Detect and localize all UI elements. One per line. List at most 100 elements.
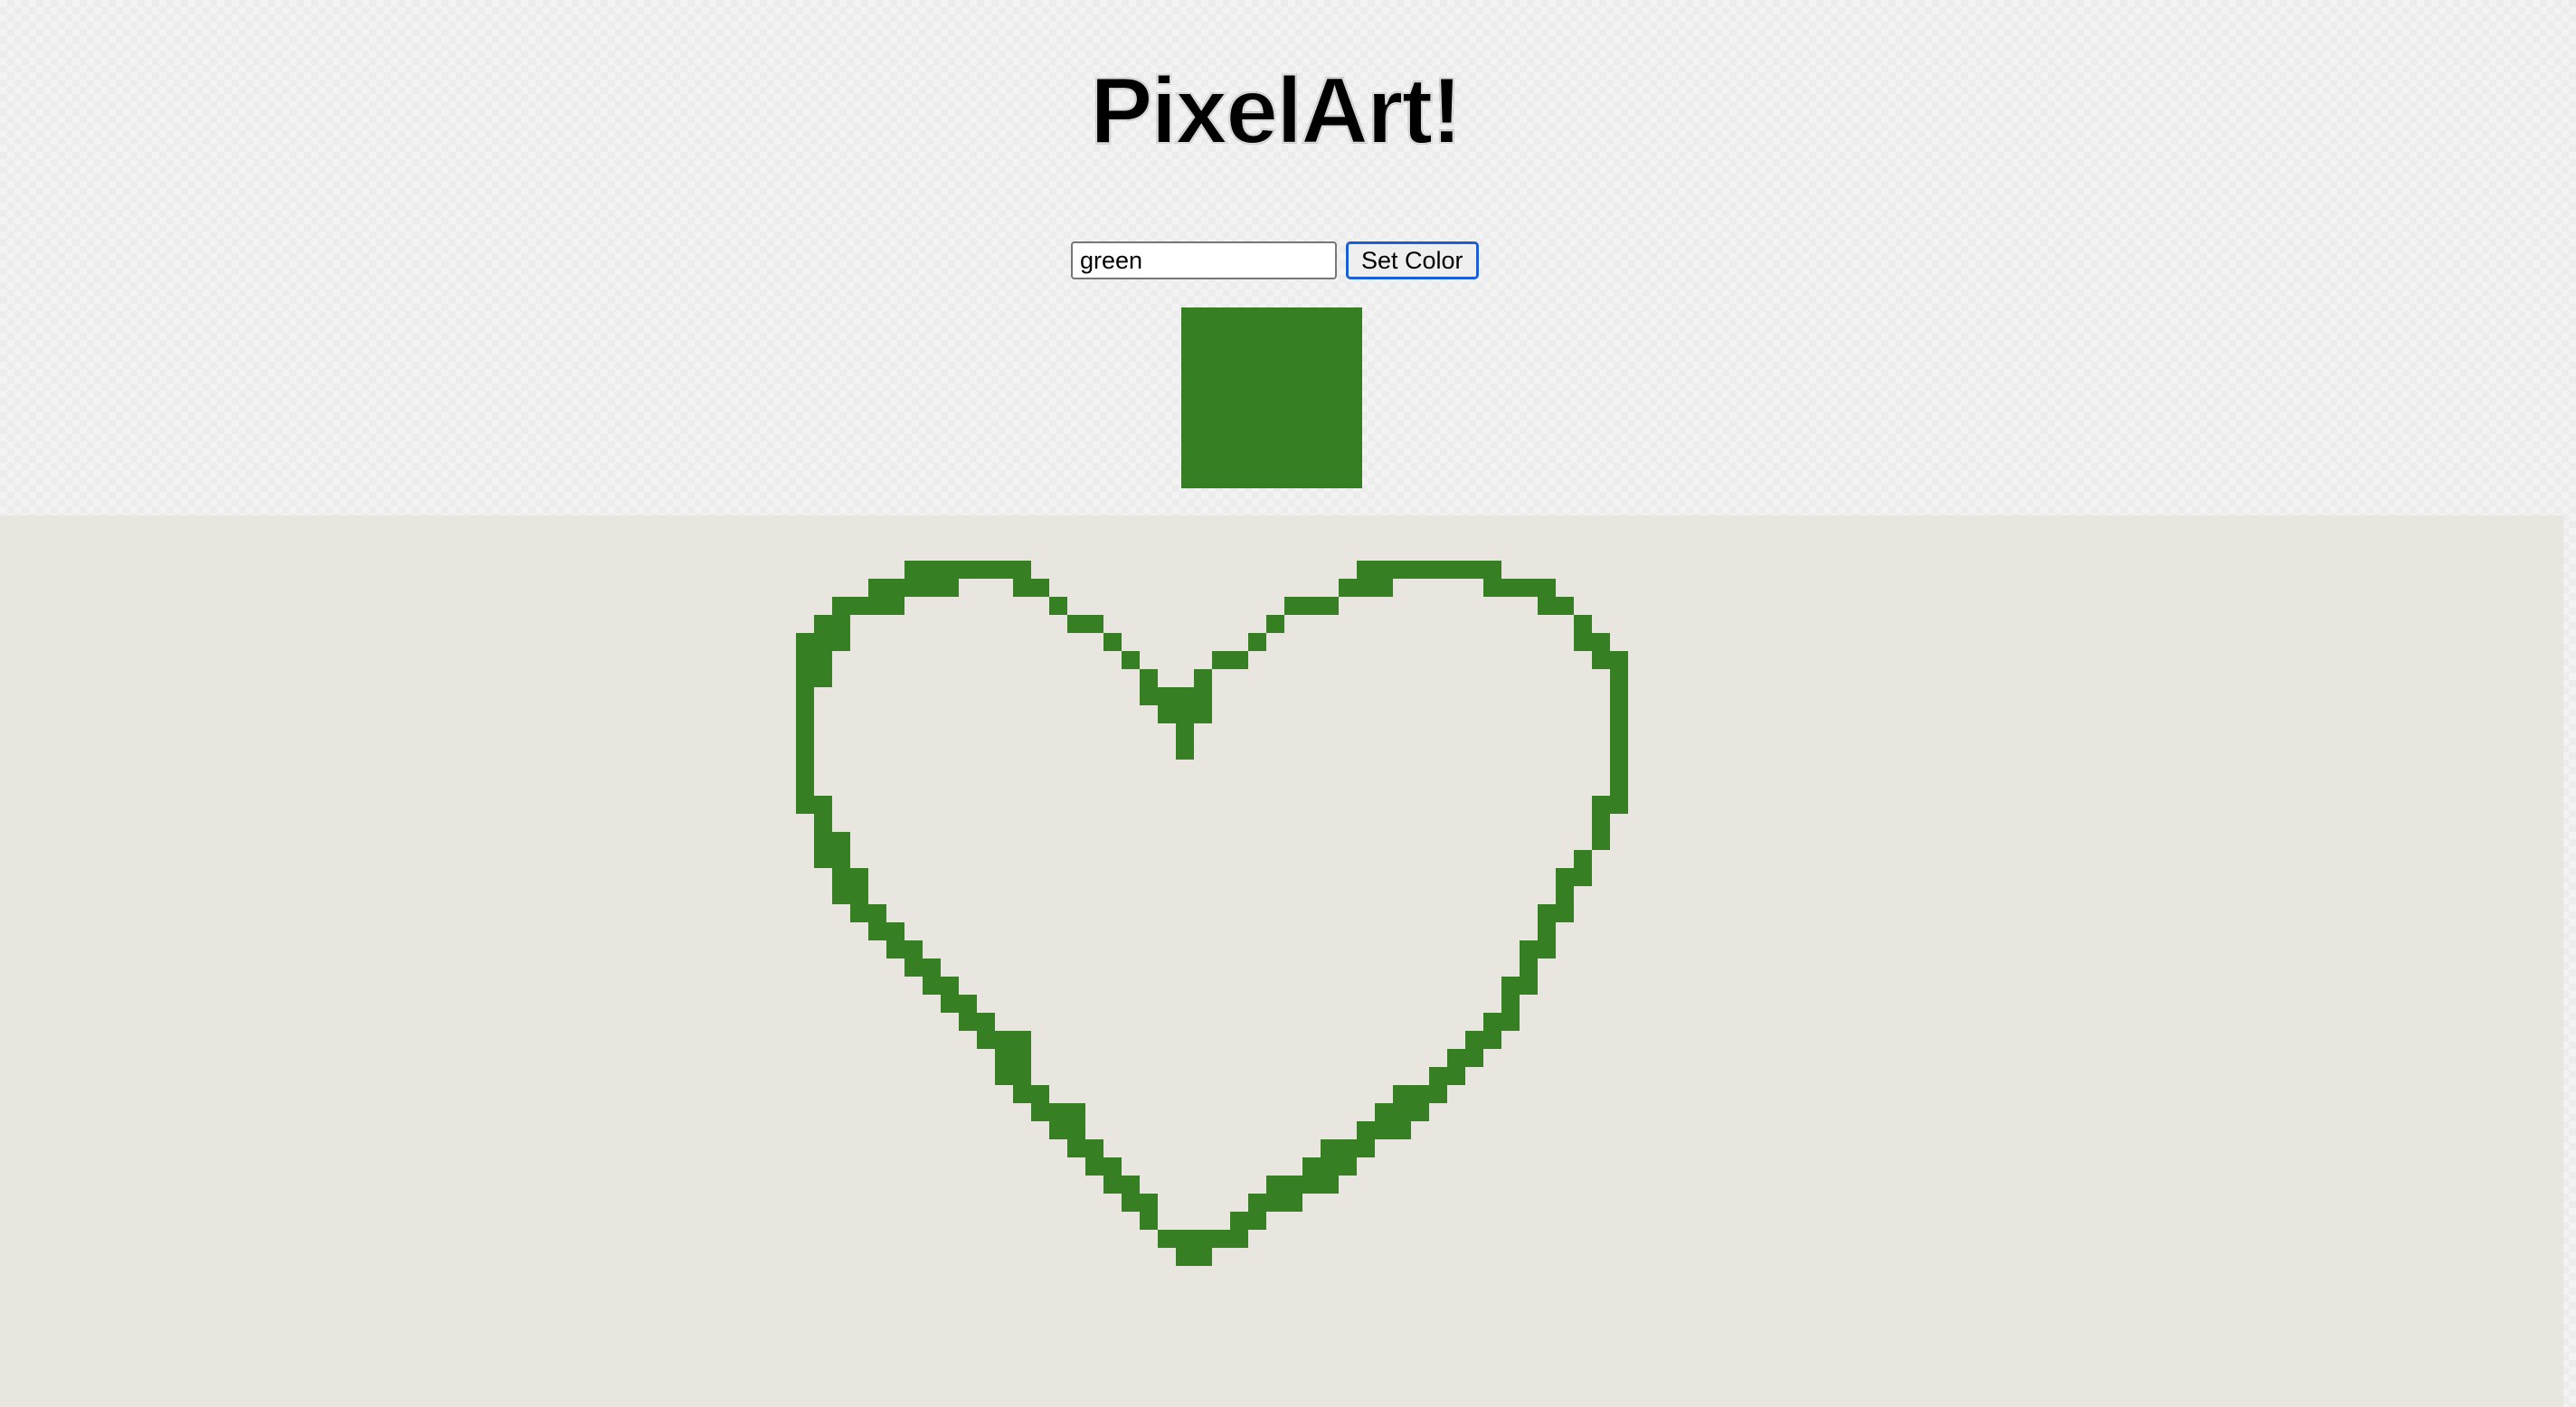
pixel-cell[interactable] [1158,687,1176,705]
pixel-cell[interactable] [1592,832,1610,850]
pixel-cell[interactable] [1465,1049,1483,1067]
pixel-cell[interactable] [1393,1085,1411,1103]
pixel-cell[interactable] [868,904,886,922]
pixel-cell[interactable] [1574,615,1592,633]
pixel-cell[interactable] [1140,1194,1158,1212]
pixel-cell[interactable] [1592,651,1610,669]
pixel-cell[interactable] [995,1067,1013,1085]
pixel-cell[interactable] [1266,1194,1284,1212]
pixel-cell[interactable] [1538,940,1556,958]
pixel-cell[interactable] [1248,1194,1266,1212]
pixel-cell[interactable] [1031,1085,1049,1103]
pixel-cell[interactable] [995,1049,1013,1067]
pixel-cell[interactable] [814,669,832,687]
pixel-cell[interactable] [814,832,832,850]
pixel-cell[interactable] [923,561,941,579]
pixel-cell[interactable] [1610,796,1628,814]
pixel-cell[interactable] [1483,1031,1501,1049]
pixel-cell[interactable] [832,597,850,615]
pixel-cell[interactable] [1339,579,1357,597]
pixel-cell[interactable] [814,651,832,669]
pixel-cell[interactable] [886,922,904,940]
pixel-cell[interactable] [1212,1230,1230,1248]
pixel-cell[interactable] [850,868,868,886]
pixel-cell[interactable] [1375,1121,1393,1139]
pixel-cell[interactable] [1610,760,1628,778]
pixel-cell[interactable] [796,760,814,778]
pixel-cell[interactable] [1556,868,1574,886]
pixel-cell[interactable] [1194,669,1212,687]
pixel-cell[interactable] [941,977,959,995]
pixel-cell[interactable] [977,1031,995,1049]
pixel-cell[interactable] [1375,1103,1393,1121]
pixel-cell[interactable] [1375,561,1393,579]
pixel-cell[interactable] [1049,1103,1067,1121]
pixel-cell[interactable] [796,796,814,814]
pixel-cell[interactable] [1339,1157,1357,1176]
pixel-cell[interactable] [1321,1157,1339,1176]
pixel-cell[interactable] [1103,1176,1122,1194]
pixel-cell[interactable] [1556,597,1574,615]
pixel-cell[interactable] [959,1013,977,1031]
pixel-cell[interactable] [1176,723,1194,741]
pixel-cell[interactable] [1049,1121,1067,1139]
pixel-cell[interactable] [1357,579,1375,597]
pixel-cell[interactable] [1140,1212,1158,1230]
pixel-cell[interactable] [1013,1085,1031,1103]
pixel-cell[interactable] [941,561,959,579]
pixel-cell[interactable] [1212,651,1230,669]
pixel-cell[interactable] [1284,1176,1302,1194]
pixel-cell[interactable] [1520,579,1538,597]
pixel-cell[interactable] [1357,561,1375,579]
pixel-cell[interactable] [832,633,850,651]
pixel-cell[interactable] [1013,561,1031,579]
pixel-cell[interactable] [1393,561,1411,579]
pixel-cell[interactable] [832,832,850,850]
pixel-cell[interactable] [1610,778,1628,796]
pixel-cell[interactable] [923,958,941,977]
pixel-cell[interactable] [959,995,977,1013]
pixel-cell[interactable] [977,561,995,579]
pixel-cell[interactable] [850,597,868,615]
pixel-cell[interactable] [1556,904,1574,922]
pixel-cell[interactable] [1592,814,1610,832]
pixel-cell[interactable] [1013,1067,1031,1085]
pixel-cell[interactable] [1158,705,1176,723]
pixel-cell[interactable] [1103,633,1122,651]
pixel-cell[interactable] [1321,1139,1339,1157]
pixel-cell[interactable] [1176,741,1194,760]
pixel-cell[interactable] [1610,669,1628,687]
pixel-cell[interactable] [796,778,814,796]
pixel-cell[interactable] [1321,1176,1339,1194]
pixel-cell[interactable] [1610,723,1628,741]
set-color-button[interactable]: Set Color [1346,241,1479,279]
pixel-cell[interactable] [1520,940,1538,958]
pixel-cell[interactable] [1592,633,1610,651]
pixel-cell[interactable] [1013,1031,1031,1049]
pixel-cell[interactable] [1483,579,1501,597]
pixel-cell[interactable] [1194,705,1212,723]
pixel-cell[interactable] [1176,1248,1194,1266]
pixel-cell[interactable] [1194,1230,1212,1248]
pixel-cell[interactable] [850,886,868,904]
pixel-cell[interactable] [814,796,832,814]
pixel-grid[interactable] [0,515,2563,1407]
pixel-cell[interactable] [1266,615,1284,633]
pixel-cell[interactable] [1574,633,1592,651]
pixel-cell[interactable] [1520,958,1538,977]
pixel-cell[interactable] [1339,1139,1357,1157]
pixel-cell[interactable] [1284,1194,1302,1212]
pixel-cell[interactable] [904,958,923,977]
pixel-cell[interactable] [1194,1248,1212,1266]
pixel-cell[interactable] [1067,615,1085,633]
pixel-cell[interactable] [1266,1176,1284,1194]
pixel-cell[interactable] [814,615,832,633]
pixel-cell[interactable] [1610,705,1628,723]
pixel-cell[interactable] [1122,1176,1140,1194]
pixel-cell[interactable] [1538,579,1556,597]
pixel-cell[interactable] [1483,561,1501,579]
pixel-cell[interactable] [1302,1176,1321,1194]
pixel-cell[interactable] [796,633,814,651]
pixel-cell[interactable] [959,561,977,579]
pixel-cell[interactable] [977,1013,995,1031]
